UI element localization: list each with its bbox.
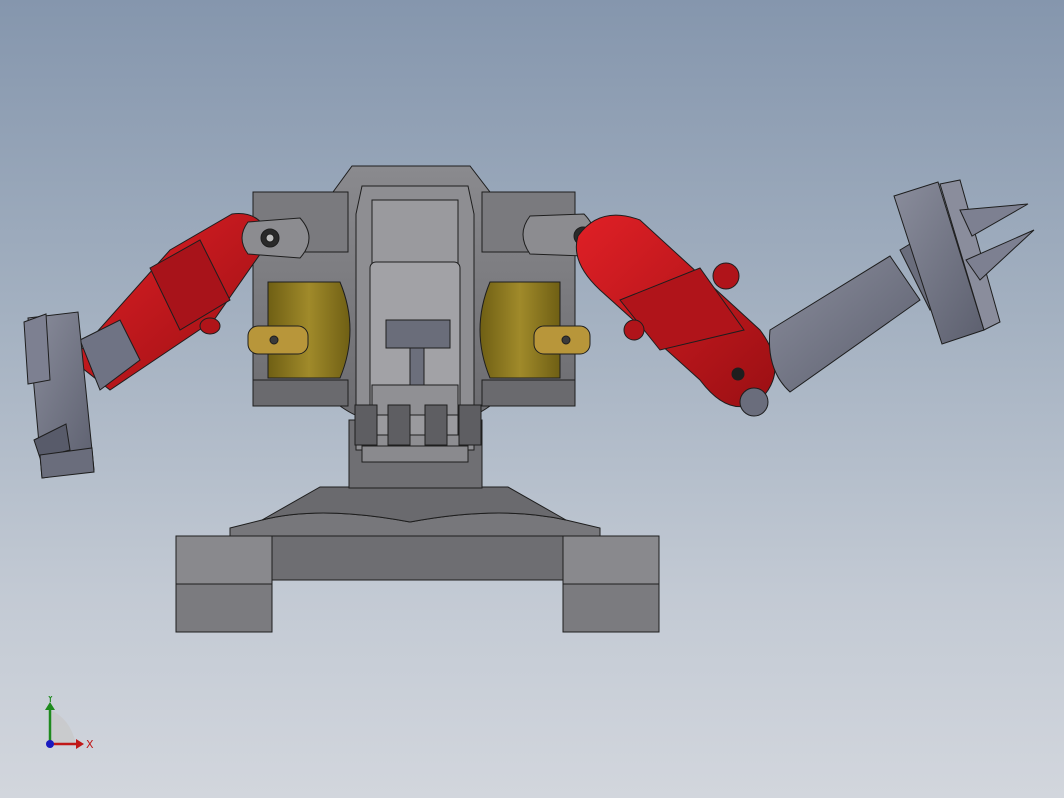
axis-triad: X Y	[45, 696, 94, 751]
x-axis-label: X	[86, 738, 94, 751]
base	[175, 486, 660, 633]
triad-plane	[50, 710, 76, 744]
graphics-viewport[interactable]: X Y	[0, 0, 1064, 798]
x-axis-head	[76, 739, 84, 749]
y-axis-label: Y	[46, 696, 54, 705]
z-axis-dot	[46, 740, 54, 748]
robot-assembly-model[interactable]	[0, 0, 1064, 798]
left-gripper	[23, 311, 141, 479]
right-gripper	[739, 179, 1035, 417]
